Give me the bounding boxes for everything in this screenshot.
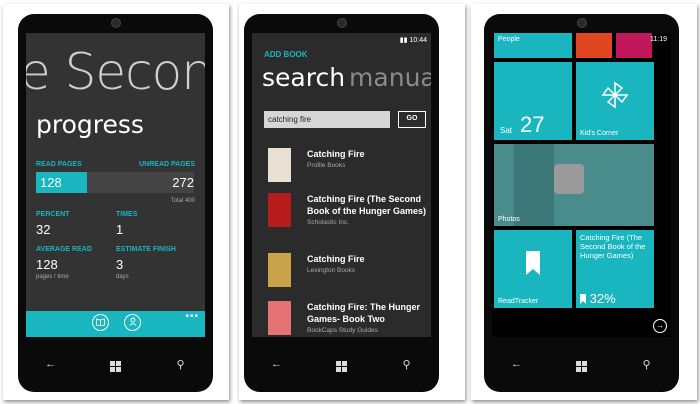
unread-pages-value: 272 [172, 175, 194, 190]
back-arrow-icon[interactable]: ← [267, 358, 287, 370]
book-title: Catching Fire [307, 254, 365, 264]
readtracker-tile[interactable]: ReadTracker [494, 230, 572, 308]
readtracker-label: ReadTracker [498, 298, 539, 305]
calendar-tile[interactable]: Sat 27 [494, 62, 572, 140]
progress-bar-fill: 128 [36, 172, 87, 193]
photo-image [514, 144, 554, 226]
hardware-nav-bar: ← ⚲ [18, 350, 213, 378]
list-item[interactable]: Catching Fire: The Hunger Games- Book Tw… [264, 301, 429, 337]
estimate-finish-label: ESTIMATE FINISH [116, 246, 176, 253]
app-title: ADD BOOK [264, 50, 308, 59]
person-icon [128, 317, 137, 326]
photo-image [554, 164, 584, 194]
search-input[interactable] [264, 111, 390, 128]
average-read-value: 128 [36, 257, 58, 272]
people-tile[interactable]: People [494, 33, 572, 58]
screenshot-card-progress: e Second progress READ PAGES UNREAD PAGE… [3, 4, 229, 400]
phone-frame: People 11:19 Sat 27 Kid's Corner Photos [484, 14, 679, 392]
calendar-day: Sat [500, 126, 513, 135]
pinwheel-icon [601, 81, 629, 109]
calendar-date: 27 [520, 112, 545, 137]
hardware-nav-bar: ← ⚲ [484, 350, 679, 378]
search-icon[interactable]: ⚲ [397, 358, 417, 371]
status-bar: ▮▮ 10:44 [400, 36, 427, 44]
book-publisher: BookCaps Study Guides [307, 327, 378, 334]
hardware-nav-bar: ← ⚲ [244, 350, 439, 378]
average-read-unit: pages / time [36, 274, 69, 280]
book-publisher: Profile Books [307, 162, 346, 169]
times-value: 1 [116, 222, 124, 237]
book-publisher: Scholastic Inc. [307, 219, 349, 226]
progress-screen: e Second progress READ PAGES UNREAD PAGE… [26, 33, 205, 337]
book-icon [96, 318, 105, 327]
pivot-header: searchmanual [262, 63, 431, 92]
windows-logo-icon[interactable] [106, 357, 126, 372]
more-menu-button[interactable]: ••• [185, 311, 199, 322]
status-time: 10:44 [409, 37, 427, 44]
book-tile-percent: 32% [580, 291, 616, 306]
percent-label: PERCENT [36, 211, 70, 218]
total-pages-label: Total 400 [170, 198, 195, 204]
front-camera [336, 18, 347, 28]
go-button[interactable]: GO [398, 111, 426, 128]
book-cover-image [268, 193, 291, 227]
bookmark-icon [580, 294, 586, 304]
back-arrow-icon[interactable]: ← [507, 358, 527, 370]
tab-search[interactable]: search [262, 63, 345, 92]
book-title: Catching Fire (The Second Book of the Hu… [307, 194, 427, 216]
estimate-finish-value: 3 [116, 257, 124, 272]
read-session-button[interactable] [124, 314, 141, 331]
windows-logo-icon[interactable] [332, 357, 352, 372]
times-label: TIMES [116, 211, 138, 218]
people-tile-label: People [498, 36, 520, 43]
front-camera [110, 18, 121, 28]
read-pages-value: 128 [40, 175, 62, 190]
estimate-finish-unit: days [116, 274, 129, 280]
windows-logo-icon[interactable] [572, 357, 592, 372]
kids-corner-tile[interactable]: Kid's Corner [576, 62, 654, 140]
back-arrow-icon[interactable]: ← [41, 358, 61, 370]
add-book-screen: ▮▮ 10:44 ADD BOOK searchmanual GO Catchi… [252, 33, 431, 337]
list-item[interactable]: Catching Fire (The Second Book of the Hu… [264, 193, 429, 247]
book-cover-image [268, 148, 291, 182]
book-title: Catching Fire: The Hunger Games- Book Tw… [307, 302, 421, 324]
front-camera [576, 18, 587, 28]
average-read-label: AVERAGE READ [36, 246, 92, 253]
book-progress-tile[interactable]: Catching Fire (The Second Book of the Hu… [576, 230, 654, 308]
next-arrow-icon[interactable]: → [653, 319, 667, 333]
pivot-progress[interactable]: progress [36, 110, 144, 139]
list-item[interactable]: Catching Fire Lexington Books [264, 253, 429, 293]
search-icon[interactable]: ⚲ [171, 358, 191, 371]
photos-label: Photos [498, 216, 520, 223]
book-publisher: Lexington Books [307, 267, 356, 274]
book-tile-percent-value: 32% [589, 291, 616, 306]
progress-bar: 128 272 [36, 172, 194, 193]
orange-tile[interactable] [576, 33, 612, 58]
read-pages-label: READ PAGES [36, 161, 82, 168]
tab-manual[interactable]: manual [349, 63, 431, 92]
battery-icon: ▮▮ [399, 37, 408, 44]
book-title: Catching Fire [307, 149, 365, 159]
search-icon[interactable]: ⚲ [637, 358, 657, 371]
screenshot-card-add-book: ▮▮ 10:44 ADD BOOK searchmanual GO Catchi… [239, 4, 465, 400]
pink-tile[interactable] [616, 33, 652, 58]
status-time: 11:19 [650, 36, 667, 43]
book-button[interactable] [92, 314, 109, 331]
app-bar: ••• [26, 311, 205, 337]
book-cover-image [268, 253, 291, 287]
unread-pages-label: UNREAD PAGES [139, 161, 195, 168]
screenshot-card-start-screen: People 11:19 Sat 27 Kid's Corner Photos [471, 4, 697, 400]
start-screen: People 11:19 Sat 27 Kid's Corner Photos [492, 33, 671, 337]
list-item[interactable]: Catching Fire Profile Books [264, 148, 429, 188]
phone-frame: ▮▮ 10:44 ADD BOOK searchmanual GO Catchi… [244, 14, 439, 392]
percent-value: 32 [36, 222, 51, 237]
bookmark-icon [526, 251, 540, 275]
book-tile-title: Catching Fire (The Second Book of the Hu… [580, 233, 646, 260]
book-cover-image [268, 301, 291, 335]
phone-frame: e Second progress READ PAGES UNREAD PAGE… [18, 14, 213, 392]
kids-corner-label: Kid's Corner [580, 130, 619, 137]
photos-tile[interactable]: Photos [494, 144, 654, 226]
book-title-header: e Second [26, 43, 205, 101]
